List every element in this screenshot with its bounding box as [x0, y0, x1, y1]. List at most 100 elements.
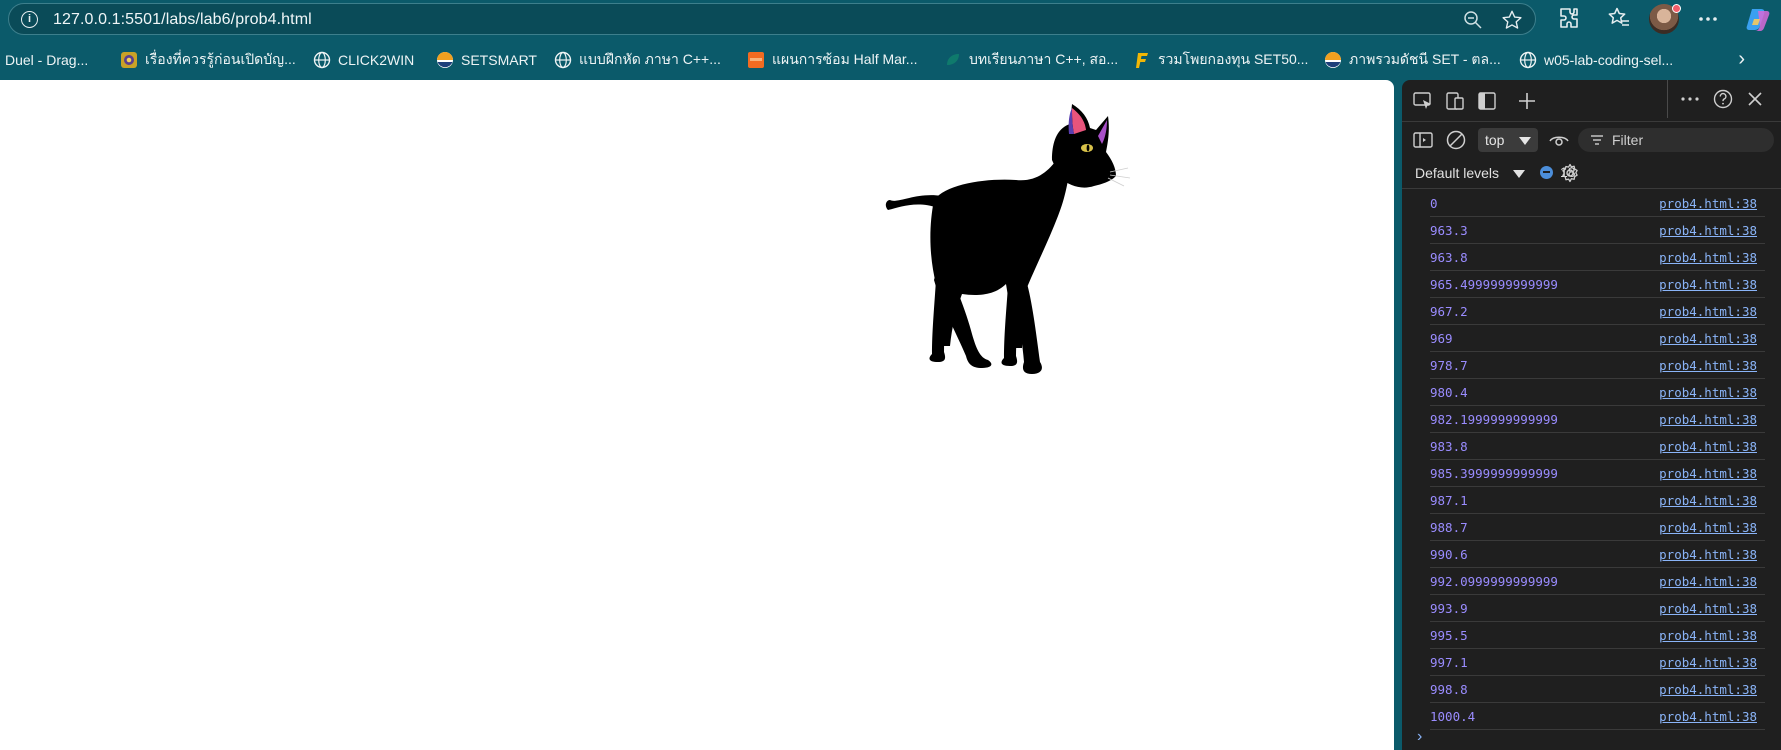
- log-source-link[interactable]: prob4.html:38: [1659, 196, 1757, 211]
- context-selector-label: top: [1485, 132, 1505, 148]
- console-log-row: 987.1 prob4.html:38: [1430, 487, 1765, 514]
- filter-icon: [1591, 135, 1603, 145]
- browser-toolbar: i 127.0.0.1:5501/labs/lab6/prob4.html: [0, 0, 1781, 40]
- log-value: 963.3: [1430, 223, 1468, 238]
- page-viewport: [0, 80, 1394, 750]
- log-value: 969: [1430, 331, 1453, 346]
- bookmark-label: SETSMART: [461, 52, 537, 68]
- site-info-icon[interactable]: i: [21, 11, 38, 28]
- log-value: 963.8: [1430, 250, 1468, 265]
- url-text[interactable]: 127.0.0.1:5501/labs/lab6/prob4.html: [53, 11, 312, 29]
- dock-panel-icon[interactable]: [1476, 90, 1498, 112]
- setsmart-logo-icon: [437, 52, 453, 68]
- globe-icon: [554, 51, 572, 69]
- bookmark-label: รวมโพยกองทุน SET50...: [1158, 51, 1309, 67]
- console-log-row: 997.1 prob4.html:38: [1430, 649, 1765, 676]
- console-log-row: 969 prob4.html:38: [1430, 325, 1765, 352]
- address-bar[interactable]: i 127.0.0.1:5501/labs/lab6/prob4.html: [8, 3, 1536, 35]
- console-log-row: 963.8 prob4.html:38: [1430, 244, 1765, 271]
- globe-icon: [1519, 51, 1537, 69]
- more-menu-icon[interactable]: [1697, 10, 1719, 28]
- bookmark-item[interactable]: w05-lab-coding-sel...: [1519, 50, 1673, 70]
- bookmark-item[interactable]: Duel - Drag...: [5, 50, 88, 70]
- log-value: 1000.4: [1430, 709, 1476, 724]
- log-value: 965.4999999999999: [1430, 277, 1558, 292]
- console-log-row: 0 prob4.html:38: [1430, 190, 1765, 217]
- extensions-icon[interactable]: [1557, 6, 1581, 30]
- live-expression-eye-icon[interactable]: [1548, 130, 1570, 150]
- bookmark-item[interactable]: ภาพรวมดัชนี SET - ตล...: [1324, 50, 1501, 70]
- bookmark-label: แผนการซ้อม Half Mar...: [772, 51, 918, 67]
- bookmark-item[interactable]: แบบฝึกหัด ภาษา C++...: [554, 50, 721, 70]
- zoom-icon[interactable]: [1463, 10, 1483, 30]
- log-source-link[interactable]: prob4.html:38: [1659, 520, 1757, 535]
- bookmark-item[interactable]: บทเรียนภาษา C++, สอ...: [944, 50, 1118, 70]
- context-selector[interactable]: top: [1478, 128, 1538, 152]
- log-source-link[interactable]: prob4.html:38: [1659, 439, 1757, 454]
- clear-console-icon[interactable]: [1445, 129, 1467, 151]
- log-value: 980.4: [1430, 385, 1468, 400]
- add-tool-plus-icon[interactable]: [1516, 90, 1538, 112]
- log-value: 997.1: [1430, 655, 1468, 670]
- bookmark-item[interactable]: เรื่องที่ควรรู้ก่อนเปิดบัญ...: [120, 50, 296, 70]
- log-levels-dropdown[interactable]: Default levels: [1415, 165, 1499, 181]
- close-devtools-icon[interactable]: [1745, 89, 1765, 109]
- console-log-row: 963.3 prob4.html:38: [1430, 217, 1765, 244]
- log-source-link[interactable]: prob4.html:38: [1659, 655, 1757, 670]
- console-log-row: 1000.4 prob4.html:38: [1430, 703, 1765, 730]
- log-source-link[interactable]: prob4.html:38: [1659, 493, 1757, 508]
- console-levels-bar: Default levels 18: [1402, 157, 1781, 189]
- device-emulation-icon[interactable]: [1444, 90, 1466, 112]
- bookmark-item[interactable]: รวมโพยกองทุน SET50...: [1133, 50, 1308, 70]
- log-value: 995.5: [1430, 628, 1468, 643]
- log-value: 987.1: [1430, 493, 1468, 508]
- log-source-link[interactable]: prob4.html:38: [1659, 412, 1757, 427]
- log-source-link[interactable]: prob4.html:38: [1659, 547, 1757, 562]
- log-source-link[interactable]: prob4.html:38: [1659, 709, 1757, 724]
- log-source-link[interactable]: prob4.html:38: [1659, 358, 1757, 373]
- bookmark-label: CLICK2WIN: [338, 52, 415, 68]
- log-source-link[interactable]: prob4.html:38: [1659, 277, 1757, 292]
- filter-placeholder: Filter: [1612, 132, 1644, 148]
- log-value: 0: [1430, 196, 1438, 211]
- favorite-star-icon[interactable]: [1501, 9, 1523, 31]
- bookmark-label: w05-lab-coding-sel...: [1544, 52, 1674, 68]
- bookmark-item[interactable]: แผนการซ้อม Half Mar...: [747, 50, 917, 70]
- bookmarks-overflow-chevron-icon[interactable]: ›: [1738, 48, 1745, 71]
- bookmark-item[interactable]: CLICK2WIN: [313, 50, 414, 70]
- log-source-link[interactable]: prob4.html:38: [1659, 574, 1757, 589]
- console-log-row: 992.0999999999999 prob4.html:38: [1430, 568, 1765, 595]
- devtools-more-icon[interactable]: [1680, 92, 1700, 106]
- log-source-link[interactable]: prob4.html:38: [1659, 682, 1757, 697]
- log-source-link[interactable]: prob4.html:38: [1659, 601, 1757, 616]
- help-icon[interactable]: [1712, 88, 1734, 110]
- log-source-link[interactable]: prob4.html:38: [1659, 466, 1757, 481]
- console-prompt-chevron-icon[interactable]: ›: [1417, 728, 1422, 746]
- inspect-element-icon[interactable]: [1412, 90, 1434, 112]
- console-log-row: 980.4 prob4.html:38: [1430, 379, 1765, 406]
- filter-input[interactable]: Filter: [1578, 128, 1774, 152]
- console-log-row: 988.7 prob4.html:38: [1430, 514, 1765, 541]
- favorites-icon[interactable]: [1607, 6, 1631, 30]
- log-source-link[interactable]: prob4.html:38: [1659, 250, 1757, 265]
- console-log-row: 967.2 prob4.html:38: [1430, 298, 1765, 325]
- copilot-icon[interactable]: [1744, 5, 1772, 33]
- bank-logo-icon: [121, 52, 137, 68]
- chevron-down-icon[interactable]: [1513, 170, 1525, 178]
- log-value: 998.8: [1430, 682, 1468, 697]
- log-value: 982.1999999999999: [1430, 412, 1558, 427]
- console-log-row: 993.9 prob4.html:38: [1430, 595, 1765, 622]
- show-sidebar-icon[interactable]: [1412, 130, 1434, 150]
- console-log-row: 995.5 prob4.html:38: [1430, 622, 1765, 649]
- log-source-link[interactable]: prob4.html:38: [1659, 331, 1757, 346]
- log-source-link[interactable]: prob4.html:38: [1659, 385, 1757, 400]
- bookmark-label: แบบฝึกหัด ภาษา C++...: [579, 51, 721, 67]
- bookmark-label: เรื่องที่ควรรู้ก่อนเปิดบัญ...: [145, 51, 296, 67]
- log-source-link[interactable]: prob4.html:38: [1659, 304, 1757, 319]
- log-source-link[interactable]: prob4.html:38: [1659, 223, 1757, 238]
- log-source-link[interactable]: prob4.html:38: [1659, 628, 1757, 643]
- bookmark-item[interactable]: SETSMART: [436, 50, 537, 70]
- console-settings-gear-icon[interactable]: [1560, 163, 1580, 183]
- log-value: 967.2: [1430, 304, 1468, 319]
- black-cat-image: [885, 104, 1131, 374]
